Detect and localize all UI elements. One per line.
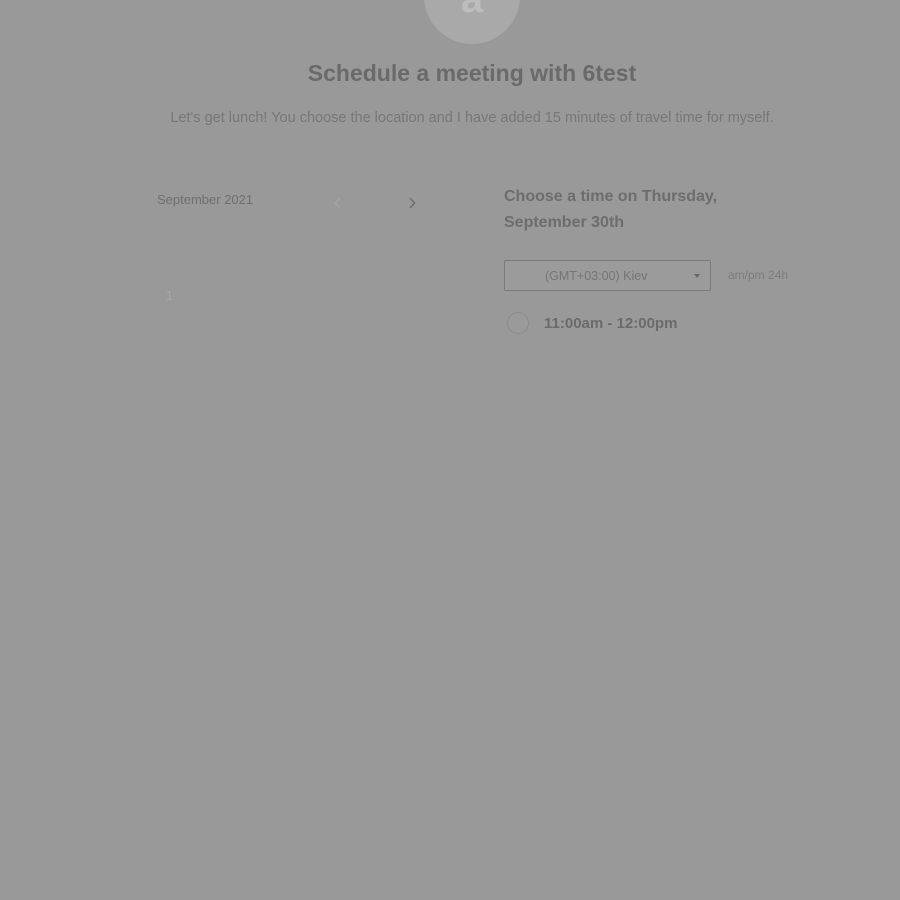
- timezone-value: (GMT+03:00) Kiev: [545, 269, 648, 283]
- calendar-day[interactable]: [319, 280, 362, 324]
- page-title: Schedule a meeting with 6test: [307, 60, 637, 86]
- calendar-day[interactable]: [191, 324, 234, 368]
- calendar-month-label: September 2021: [157, 192, 254, 207]
- chevron-left-icon: [334, 197, 341, 209]
- calendar-day[interactable]: [277, 368, 320, 412]
- calendar-day[interactable]: [362, 368, 405, 412]
- chevron-right-icon: [409, 197, 416, 209]
- caret-down-icon: [694, 274, 700, 278]
- calendar-day[interactable]: [362, 324, 405, 368]
- calendar-day[interactable]: [148, 324, 191, 368]
- next-month-button[interactable]: [404, 194, 420, 212]
- event-description: Let's get lunch! You choose the location…: [170, 110, 774, 126]
- radio-button[interactable]: [507, 312, 529, 334]
- calendar-day[interactable]: [191, 280, 234, 324]
- time-picker-heading: Choose a time on Thursday, September 30t…: [504, 188, 718, 231]
- calendar-day[interactable]: [319, 324, 362, 368]
- format-24h-option[interactable]: 24h: [768, 268, 788, 282]
- calendar-day[interactable]: [191, 368, 234, 412]
- calendar-day[interactable]: [234, 324, 277, 368]
- calendar-day[interactable]: [277, 280, 320, 324]
- calendar-day[interactable]: [405, 324, 448, 368]
- format-12h-option[interactable]: am/pm: [728, 268, 765, 282]
- calendar-grid: 1: [148, 280, 448, 412]
- calendar-day[interactable]: [234, 368, 277, 412]
- calendar-day[interactable]: [234, 280, 277, 324]
- calendar-day[interactable]: [319, 368, 362, 412]
- time-slot-label: 11:00am - 12:00pm: [544, 314, 678, 332]
- calendar-day[interactable]: [362, 280, 405, 324]
- previous-month-button[interactable]: [330, 194, 346, 212]
- calendar-day[interactable]: [277, 324, 320, 368]
- calendar-day[interactable]: [405, 368, 448, 412]
- avatar-initial: a: [461, 0, 483, 22]
- calendar-day[interactable]: 1: [148, 280, 191, 324]
- timezone-select[interactable]: (GMT+03:00) Kiev: [504, 260, 711, 291]
- host-avatar: a: [424, 0, 520, 44]
- calendar-day[interactable]: [148, 368, 191, 412]
- calendar-day[interactable]: [405, 280, 448, 324]
- time-format-toggle: am/pm 24h: [728, 268, 788, 282]
- time-slot-option[interactable]: 11:00am - 12:00pm: [507, 312, 677, 334]
